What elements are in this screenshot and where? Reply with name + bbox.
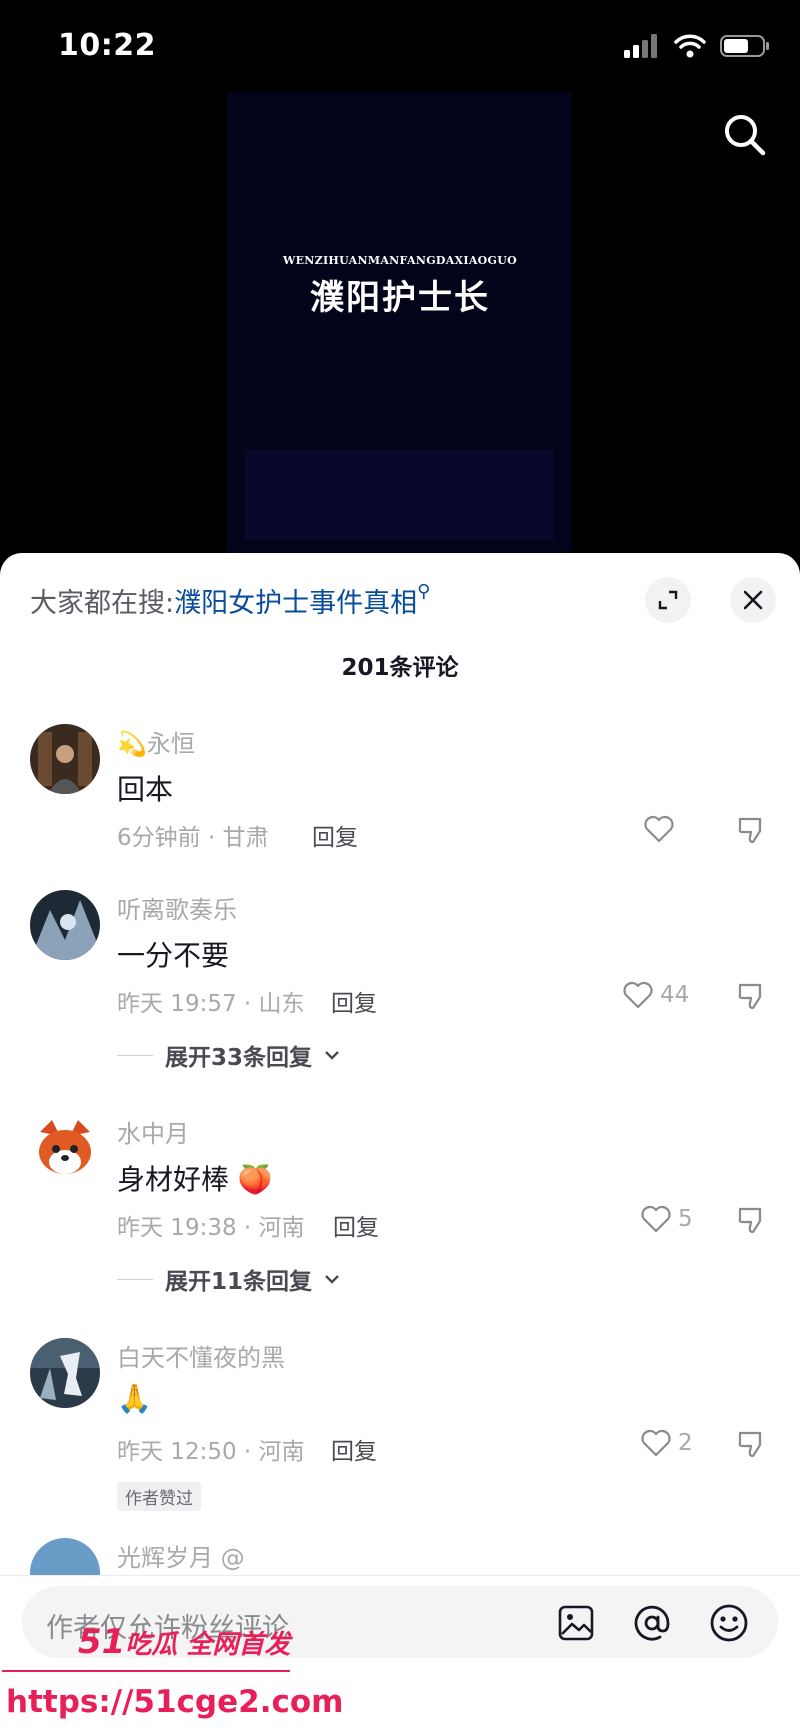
thumbs-down-icon (738, 817, 762, 844)
comment-username[interactable]: 听离歌奏乐 (117, 890, 237, 925)
signal-icon (624, 34, 660, 62)
thumbs-down-icon (738, 1207, 762, 1234)
reply-button[interactable]: 回复 (331, 984, 377, 1018)
heart-icon (644, 815, 674, 843)
expand-sheet-button[interactable] (645, 577, 691, 623)
expand-replies-label: 展开11条回复 (165, 1269, 313, 1295)
like-button[interactable] (643, 814, 681, 844)
like-count: 5 (678, 1206, 693, 1232)
like-button[interactable]: 44 (622, 980, 689, 1010)
emoji-icon[interactable] (708, 1602, 750, 1644)
watermark-url: https://51cge2.com (6, 1684, 344, 1720)
avatar[interactable] (30, 1338, 100, 1408)
mention-icon[interactable] (631, 1602, 673, 1644)
comment-username[interactable]: 水中月 (117, 1114, 189, 1149)
close-icon (743, 590, 763, 610)
reply-button[interactable]: 回复 (333, 1208, 379, 1242)
like-count: 2 (678, 1430, 693, 1456)
like-button[interactable]: 5 (640, 1204, 693, 1234)
trending-prefix: 大家都在搜: (30, 588, 175, 619)
comment-sheet: 大家都在搜:濮阳女护士事件真相⚲ 201条评论 💫永恒 回本 6分钟前 · 甘肃… (0, 553, 800, 1731)
wifi-icon (674, 34, 706, 62)
status-bar: 10:22 (0, 0, 800, 92)
watermark-divider (2, 1670, 290, 1672)
avatar[interactable] (30, 1114, 100, 1184)
comment-meta: 昨天 19:38 · 河南 (117, 1215, 305, 1241)
search-small-icon: ⚲ (417, 581, 431, 602)
comment-username[interactable]: 光辉岁月 @ (117, 1538, 245, 1573)
search-icon[interactable] (720, 110, 770, 160)
heart-icon (641, 1205, 671, 1233)
like-count: 44 (660, 982, 690, 1008)
thumbs-down-icon (738, 983, 762, 1010)
like-button[interactable]: 2 (640, 1428, 693, 1458)
chevron-down-icon (325, 1051, 339, 1060)
avatar[interactable] (30, 890, 100, 960)
dislike-button[interactable] (736, 980, 768, 1016)
trending-query-link[interactable]: 濮阳女护士事件真相 (174, 588, 417, 619)
comment-username[interactable]: 白天不懂夜的黑 (117, 1338, 285, 1373)
comment-text: 一分不要 (117, 939, 230, 972)
comment-meta: 昨天 12:50 · 河南 (117, 1439, 305, 1465)
thumbs-down-icon (738, 1431, 762, 1458)
reply-button[interactable]: 回复 (312, 818, 358, 852)
trending-search[interactable]: 大家都在搜:濮阳女护士事件真相⚲ (30, 581, 430, 620)
dislike-button[interactable] (736, 1204, 768, 1240)
comment-text: 身材好棒 🍑 (117, 1163, 273, 1196)
video-frame (227, 92, 572, 560)
comment-text: 回本 (117, 773, 174, 806)
video-title: 濮阳护士长 (310, 278, 490, 318)
heart-icon (641, 1429, 671, 1457)
comment-username[interactable]: 💫永恒 (117, 724, 195, 759)
reply-button[interactable]: 回复 (331, 1432, 377, 1466)
comment-meta: 6分钟前 · 甘肃 (117, 825, 269, 851)
comment-meta: 昨天 19:57 · 山东 (117, 991, 305, 1017)
close-button[interactable] (730, 577, 776, 623)
dislike-button[interactable] (736, 1428, 768, 1464)
image-icon[interactable] (555, 1602, 597, 1644)
expand-replies-label: 展开33条回复 (165, 1045, 313, 1071)
watermark-brand: 51吃瓜 全网首发 (78, 1622, 290, 1662)
comment-count: 201条评论 (341, 655, 459, 681)
expand-replies-button[interactable]: 展开33条回复 (117, 1038, 340, 1072)
chevron-down-icon (325, 1275, 339, 1284)
watermark-brand-text: 吃瓜 全网首发 (125, 1630, 291, 1660)
dislike-button[interactable] (736, 814, 768, 850)
video-subtitle: WENZIHUANMANFANGDAXIAOGUO (282, 254, 518, 267)
battery-icon (720, 34, 770, 62)
author-liked-badge: 作者赞过 (117, 1482, 201, 1511)
expand-icon (658, 590, 678, 610)
avatar[interactable] (30, 724, 100, 794)
expand-replies-button[interactable]: 展开11条回复 (117, 1262, 340, 1296)
heart-icon (623, 981, 653, 1009)
status-time: 10:22 (58, 28, 156, 63)
comment-text: 🙏 (117, 1382, 152, 1415)
watermark-brand-number: 51 (78, 1622, 126, 1662)
